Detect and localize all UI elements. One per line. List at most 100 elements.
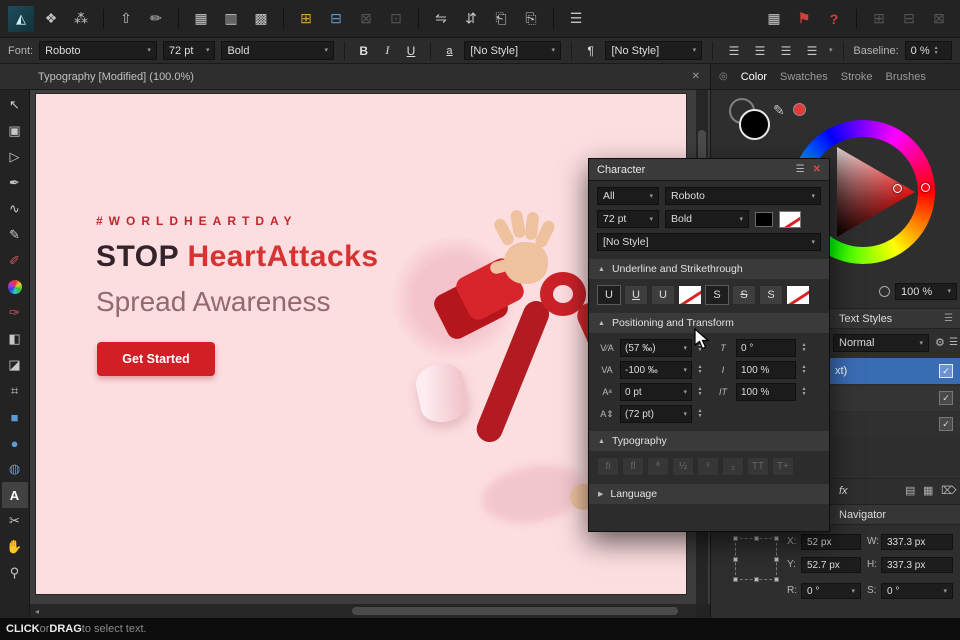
horizontal-scrollbar[interactable]: ◂ ▸ [30,604,710,618]
gradient-tool[interactable]: ◧ [2,326,28,352]
show-guides-icon[interactable]: ▥ [218,6,244,32]
poster-cta-button[interactable]: Get Started [97,342,215,376]
new-page-icon[interactable]: ▤ [905,484,915,497]
align-center-button[interactable]: ☰ [749,41,771,60]
align-right-button[interactable]: ☰ [775,41,797,60]
panel-font-weight-select[interactable]: Bold ▾ [665,210,749,228]
arrange-order-icon[interactable]: ☰ [563,6,589,32]
strikethrough-heavy-button[interactable]: S [759,285,783,305]
field-stepper[interactable]: ▲ ▼ [799,387,809,397]
tab-stroke[interactable]: Stroke [841,71,873,83]
shear-input[interactable]: 0 ° ▾ [881,583,953,599]
frame-text-tool[interactable]: ▣ [2,118,28,144]
gear-icon[interactable]: ⚙ [935,336,945,349]
section-underline-strikethrough[interactable]: ▲ Underline and Strikethrough [589,259,829,279]
document-tab-title[interactable]: Typography [Modified] (100.0%) [38,71,194,83]
shape-tool[interactable]: ◍ [2,456,28,482]
text-tool[interactable]: A [1,482,28,508]
color-wheel-tool[interactable] [2,274,28,300]
curve-tool[interactable]: ∿ [2,196,28,222]
tab-brushes[interactable]: Brushes [886,71,926,83]
rectangle-tool[interactable]: ■ [2,404,28,430]
divider-grid-icon[interactable]: ▦ [761,6,787,32]
manage-grids-icon[interactable]: ▩ [248,6,274,32]
typography-feature-button[interactable]: fi [597,457,619,476]
rotate-cw-icon[interactable]: ⎘ [518,6,544,32]
typography-feature-button[interactable]: ª [647,457,669,476]
color-flag-icon[interactable]: ⚑ [791,6,817,32]
poster-hashtag-text[interactable]: #WORLDHEARTDAY [96,214,298,228]
paragraph-style-select[interactable]: [No Style] ▾ [605,41,703,60]
tab-color[interactable]: Color [741,71,767,83]
list-menu-icon[interactable]: ☰ [949,337,958,348]
hue-marker[interactable] [921,183,930,192]
pixel-persona-icon[interactable]: ❖ [38,6,64,32]
tab-swatches[interactable]: Swatches [780,71,828,83]
panel-cycle-icon[interactable]: ◎ [719,71,728,82]
crop-tool[interactable]: ⌗ [2,378,28,404]
underline-alt-button[interactable]: U [624,285,648,305]
typography-feature-button[interactable]: ﬂ [622,457,644,476]
ellipse-tool[interactable]: ● [2,430,28,456]
underline-button[interactable]: U [402,41,420,60]
typography-feature-button[interactable]: ½ [672,457,694,476]
fill-tool-icon[interactable]: ✏ [143,6,169,32]
poster-headline-text[interactable]: STOP HeartAttacks [96,240,379,274]
align-justify-button[interactable]: ☰ [801,41,823,60]
underline-color-swatch[interactable] [678,285,702,305]
font-family-select[interactable]: Roboto ▾ [39,41,157,60]
field-input[interactable]: -100 ‰ ▾ [620,361,692,379]
baseline-stepper[interactable]: ▲ ▼ [934,45,939,56]
y-input[interactable]: 52.7 px [801,557,861,573]
eyedropper-icon[interactable]: ✎ [773,102,785,119]
strikethrough-color-swatch[interactable] [786,285,810,305]
character-panel-titlebar[interactable]: Character ☰ ✕ [589,159,829,181]
text-stroke-swatch[interactable] [779,210,801,228]
insert-behind-icon[interactable]: ⊞ [866,6,892,32]
rotate-ccw-icon[interactable]: ⎗ [488,6,514,32]
horizontal-scroll-thumb[interactable] [352,607,678,615]
help-icon[interactable]: ? [821,6,847,32]
layer-visibility-checkbox[interactable]: ✓ [939,417,953,431]
panel-close-icon[interactable]: ✕ [813,164,821,175]
field-stepper[interactable]: ▲ ▼ [799,365,809,375]
snap-toggle-icon[interactable]: ⊞ [293,6,319,32]
baseline-input[interactable]: 0 % ▲ ▼ [904,41,952,60]
strikethrough-single-button[interactable]: S [705,285,729,305]
show-grid-icon[interactable]: ▦ [188,6,214,32]
pilcrow-icon[interactable]: ¶ [582,41,600,60]
typography-feature-button[interactable]: TT [747,457,769,476]
panel-text-style-select[interactable]: [No Style] ▾ [597,233,821,251]
field-input[interactable]: 100 % [736,361,796,379]
grid-icon[interactable]: ▦ [923,484,933,497]
typography-feature-button[interactable]: ₂ [722,457,744,476]
strikethrough-alt-button[interactable]: S [732,285,756,305]
font-weight-select[interactable]: Bold ▾ [221,41,334,60]
snap-candidates-icon[interactable]: ⊟ [323,6,349,32]
scroll-left-icon[interactable]: ◂ [30,604,44,618]
flip-vertical-icon[interactable]: ⇵ [458,6,484,32]
place-content-icon[interactable]: ⇧ [113,6,139,32]
flip-horizontal-icon[interactable]: ⇋ [428,6,454,32]
paragraph-style-dropdown[interactable]: Normal ▾ [833,334,929,352]
italic-button[interactable]: I [379,41,397,60]
move-tool[interactable]: ↖ [2,92,28,118]
typography-feature-button[interactable]: T+ [772,457,794,476]
field-input[interactable]: 100 % [736,383,796,401]
field-stepper[interactable]: ▲ ▼ [695,387,705,397]
current-color-dot[interactable] [793,103,806,116]
snap-grid-icon[interactable]: ⊠ [353,6,379,32]
section-language[interactable]: ▶ Language [589,484,829,504]
font-size-select[interactable]: 72 pt ▾ [162,41,216,60]
zoom-tool[interactable]: ⚲ [2,560,28,586]
fill-color-well[interactable] [739,109,770,140]
section-typography[interactable]: ▲ Typography [589,431,829,451]
text-fill-swatch[interactable] [755,211,773,227]
eyedropper-tool[interactable]: ✑ [2,300,28,326]
bold-button[interactable]: B [355,41,373,60]
insert-inside-icon[interactable]: ⊠ [926,6,952,32]
typography-feature-button[interactable]: ˢ [697,457,719,476]
field-stepper[interactable]: ▲ ▼ [799,343,809,353]
field-input[interactable]: 0 pt ▾ [620,383,692,401]
pencil-tool[interactable]: ✎ [2,222,28,248]
